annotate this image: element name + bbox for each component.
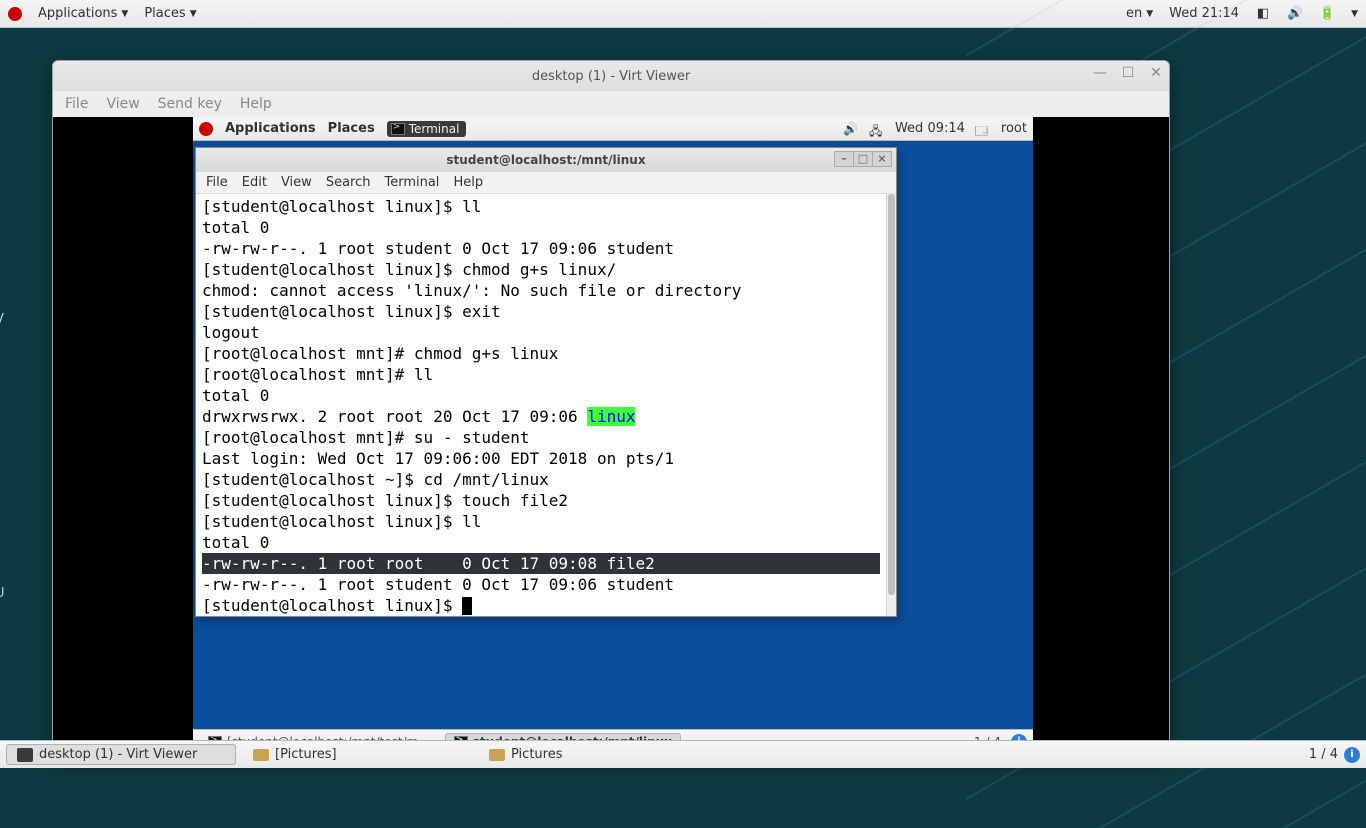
menu-view[interactable]: View bbox=[281, 175, 312, 190]
info-icon[interactable]: i bbox=[1344, 747, 1360, 763]
host-applications-menu[interactable]: Applications ▼ bbox=[38, 6, 128, 21]
chevron-down-icon: ▼ bbox=[1146, 9, 1153, 19]
cursor-icon bbox=[462, 597, 472, 615]
label: en bbox=[1126, 6, 1142, 21]
guest-places-menu[interactable]: Places bbox=[328, 121, 375, 136]
guest-active-window-indicator[interactable]: Terminal bbox=[387, 121, 467, 137]
virt-viewer-window: desktop (1) - Virt Viewer — ☐ ✕ File Vie… bbox=[52, 60, 1170, 760]
terminal-line: [root@localhost mnt]# chmod g+s linux bbox=[202, 344, 558, 363]
folder-icon bbox=[489, 749, 505, 761]
menu-file[interactable]: File bbox=[206, 175, 228, 190]
terminal-line: [root@localhost mnt]# su - student bbox=[202, 428, 530, 447]
host-taskbar-button[interactable]: Pictures bbox=[478, 744, 708, 765]
virt-display[interactable]: Applications Places Terminal Wed 09:14 r… bbox=[53, 117, 1169, 759]
volume-icon[interactable] bbox=[843, 122, 859, 136]
directory-sgid-highlight: linux bbox=[587, 407, 635, 426]
host-taskbar-button[interactable]: [Pictures] bbox=[242, 744, 472, 765]
desktop-scrap: U bbox=[0, 586, 5, 601]
minimize-button[interactable]: – bbox=[834, 151, 854, 167]
terminal-line: [student@localhost linux]$ exit bbox=[202, 302, 501, 321]
display-icon[interactable] bbox=[975, 122, 991, 136]
battery-icon[interactable]: 🔋 bbox=[1319, 7, 1335, 21]
scrollbar-thumb[interactable] bbox=[888, 194, 895, 595]
host-places-menu[interactable]: Places ▼ bbox=[144, 6, 196, 21]
redhat-icon bbox=[199, 122, 213, 136]
label: Applications bbox=[38, 6, 117, 21]
label: Pictures bbox=[511, 747, 562, 762]
label: Terminal bbox=[409, 122, 460, 136]
network-icon[interactable] bbox=[869, 122, 885, 136]
redhat-icon bbox=[8, 7, 22, 21]
menu-sendkey[interactable]: Send key bbox=[158, 96, 222, 112]
menu-help[interactable]: Help bbox=[240, 96, 272, 112]
menu-edit[interactable]: Edit bbox=[242, 175, 267, 190]
host-taskbar-button-active[interactable]: desktop (1) - Virt Viewer bbox=[6, 744, 236, 765]
terminal-line: [root@localhost mnt]# ll bbox=[202, 365, 433, 384]
terminal-line: [student@localhost linux]$ touch file2 bbox=[202, 491, 568, 510]
terminal-window: student@localhost:/mnt/linux – □ × File … bbox=[195, 147, 897, 617]
label: Places bbox=[144, 6, 185, 21]
guest-clock[interactable]: Wed 09:14 bbox=[895, 121, 965, 136]
virt-titlebar[interactable]: desktop (1) - Virt Viewer — ☐ ✕ bbox=[53, 61, 1169, 91]
terminal-line: chmod: cannot access 'linux/': No such f… bbox=[202, 281, 741, 300]
guest-user-menu[interactable]: root bbox=[1001, 121, 1027, 136]
terminal-line: [student@localhost linux]$ chmod g+s lin… bbox=[202, 260, 616, 279]
menu-search[interactable]: Search bbox=[326, 175, 371, 190]
folder-icon bbox=[253, 749, 269, 761]
terminal-line: -rw-rw-r--. 1 root student 0 Oct 17 09:0… bbox=[202, 575, 674, 594]
accessibility-icon[interactable]: ◧ bbox=[1255, 7, 1271, 21]
menu-view[interactable]: View bbox=[106, 96, 139, 112]
terminal-icon bbox=[391, 123, 405, 135]
host-clock[interactable]: Wed 21:14 bbox=[1169, 6, 1239, 21]
label: [Pictures] bbox=[275, 747, 337, 762]
volume-icon[interactable]: 🔊 bbox=[1287, 7, 1303, 21]
terminal-line: drwxrwsrwx. 2 root root 20 Oct 17 09:06 … bbox=[202, 407, 635, 426]
guest-applications-menu[interactable]: Applications bbox=[225, 121, 316, 136]
terminal-line: total 0 bbox=[202, 533, 269, 552]
terminal-line: [student@localhost ~]$ cd /mnt/linux bbox=[202, 470, 549, 489]
desktop-scrap: V bbox=[0, 312, 4, 327]
terminal-titlebar[interactable]: student@localhost:/mnt/linux – □ × bbox=[196, 148, 896, 172]
terminal-line: [student@localhost linux]$ ll bbox=[202, 197, 481, 216]
terminal-line-selected: -rw-rw-r--. 1 root root 0 Oct 17 09:08 f… bbox=[202, 553, 880, 574]
terminal-prompt-line: [student@localhost linux]$ bbox=[202, 596, 472, 615]
terminal-line: Last login: Wed Oct 17 09:06:00 EDT 2018… bbox=[202, 449, 674, 468]
guest-desktop: Applications Places Terminal Wed 09:14 r… bbox=[193, 117, 1033, 753]
menu-terminal[interactable]: Terminal bbox=[384, 175, 439, 190]
host-taskbar: desktop (1) - Virt Viewer [Pictures] Pic… bbox=[0, 740, 1366, 768]
terminal-menubar: File Edit View Search Terminal Help bbox=[196, 172, 896, 194]
terminal-title: student@localhost:/mnt/linux bbox=[446, 153, 645, 167]
terminal-line: total 0 bbox=[202, 218, 269, 237]
window-icon bbox=[17, 748, 33, 762]
close-button[interactable]: × bbox=[872, 151, 892, 167]
host-desktop: V U desktop (1) - Virt Viewer — ☐ ✕ File… bbox=[0, 28, 1366, 740]
menu-help[interactable]: Help bbox=[453, 175, 483, 190]
workspace-indicator[interactable]: 1 / 4 bbox=[1309, 747, 1338, 762]
maximize-button[interactable]: □ bbox=[853, 151, 873, 167]
chevron-down-icon: ▼ bbox=[121, 9, 128, 19]
close-button[interactable]: ✕ bbox=[1149, 66, 1163, 80]
terminal-scrollbar[interactable] bbox=[886, 194, 896, 616]
chevron-down-icon[interactable]: ▼ bbox=[1351, 9, 1358, 19]
chevron-down-icon: ▼ bbox=[190, 9, 197, 19]
terminal-line: -rw-rw-r--. 1 root student 0 Oct 17 09:0… bbox=[202, 239, 674, 258]
host-locale-menu[interactable]: en ▼ bbox=[1126, 6, 1153, 21]
host-top-bar: Applications▼ Places▼ en▼ Wed 21:14 ◧ 🔊 … bbox=[0, 0, 1366, 28]
menu-file[interactable]: File bbox=[65, 96, 88, 112]
virt-menubar: File View Send key Help bbox=[53, 91, 1169, 117]
window-title: desktop (1) - Virt Viewer bbox=[532, 69, 690, 84]
minimize-button[interactable]: — bbox=[1093, 66, 1107, 80]
maximize-button[interactable]: ☐ bbox=[1121, 66, 1135, 80]
guest-top-bar: Applications Places Terminal Wed 09:14 r… bbox=[193, 117, 1033, 141]
terminal-output[interactable]: [student@localhost linux]$ ll total 0 -r… bbox=[196, 194, 886, 616]
terminal-line: [student@localhost linux]$ ll bbox=[202, 512, 481, 531]
terminal-line: logout bbox=[202, 323, 260, 342]
label: desktop (1) - Virt Viewer bbox=[39, 747, 197, 762]
terminal-line: total 0 bbox=[202, 386, 269, 405]
